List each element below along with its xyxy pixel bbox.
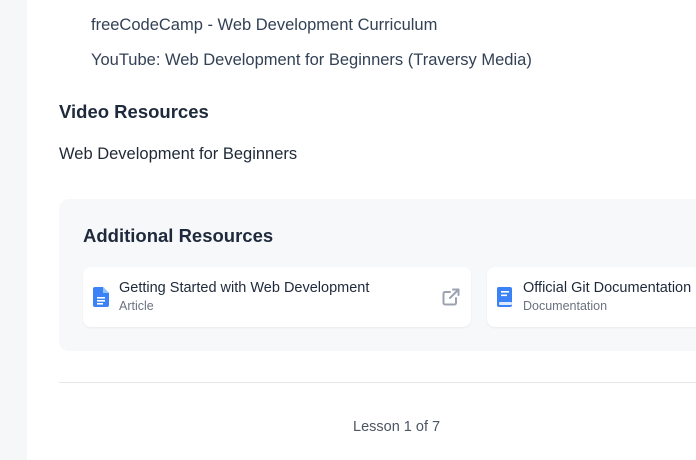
additional-resources-panel: Additional Resources Getting Started wit… [59, 199, 696, 351]
resource-card-title: Getting Started with Web Development [119, 280, 370, 296]
resource-link-youtube-traversy[interactable]: YouTube: Web Development for Beginners (… [91, 51, 532, 70]
resource-card-type: Documentation [523, 299, 608, 313]
external-link-icon[interactable] [442, 288, 460, 306]
resource-card-type: Article [119, 299, 154, 313]
resource-card-git-docs[interactable]: Official Git Documentation Documentation [487, 267, 696, 327]
resource-card-title: Official Git Documentation [523, 280, 692, 296]
book-icon [497, 287, 512, 307]
video-title: Web Development for Beginners [59, 145, 298, 163]
footer-divider [59, 382, 696, 383]
document-icon [93, 287, 109, 307]
video-resources-heading: Video Resources [59, 101, 209, 122]
resource-card-getting-started[interactable]: Getting Started with Web Development Art… [83, 267, 471, 327]
resource-link-freecodecamp[interactable]: freeCodeCamp - Web Development Curriculu… [91, 16, 437, 35]
lesson-content: freeCodeCamp - Web Development Curriculu… [27, 0, 696, 460]
additional-resources-heading: Additional Resources [83, 225, 274, 246]
lesson-counter: Lesson 1 of 7 [353, 419, 441, 435]
